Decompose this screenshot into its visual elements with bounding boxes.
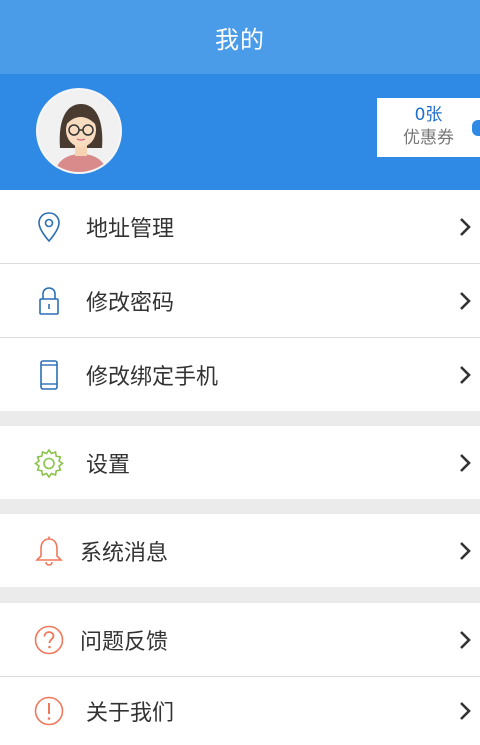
coupon-tab-decoration	[472, 120, 480, 136]
avatar-illustration-icon	[38, 90, 120, 172]
gear-icon	[32, 446, 66, 480]
lock-icon	[32, 284, 66, 318]
chevron-right-icon	[460, 630, 471, 649]
top-bar: 我的	[0, 0, 480, 74]
exclamation-circle-icon	[32, 694, 66, 728]
chevron-right-icon	[460, 365, 471, 384]
chevron-right-icon	[460, 291, 471, 310]
coupon-box[interactable]: 0张 优惠券	[377, 98, 480, 157]
profile-header: 0张 优惠券	[0, 74, 480, 190]
question-circle-icon	[32, 623, 66, 657]
username	[160, 108, 270, 142]
menu-item-label: 设置	[86, 452, 131, 478]
chevron-right-icon	[460, 702, 471, 720]
mobile-phone-icon	[32, 358, 66, 392]
menu-item-password[interactable]: 修改密码	[0, 264, 480, 337]
bell-icon	[32, 534, 66, 568]
location-pin-icon	[32, 210, 66, 244]
menu-item-settings[interactable]: 设置	[0, 426, 480, 499]
coupon-count: 0张	[414, 105, 443, 125]
menu-item-messages[interactable]: 系统消息	[0, 514, 480, 587]
chevron-right-icon	[460, 453, 471, 472]
chevron-right-icon	[460, 217, 471, 236]
menu-item-label: 地址管理	[86, 216, 175, 242]
menu-item-label: 修改密码	[86, 290, 175, 316]
menu-item-address[interactable]: 地址管理	[0, 190, 480, 263]
coupon-label: 优惠券	[403, 128, 454, 148]
page-title: 我的	[215, 25, 265, 54]
menu-item-label: 修改绑定手机	[86, 364, 219, 390]
menu-item-about[interactable]: 关于我们	[0, 677, 480, 745]
menu-item-label: 关于我们	[86, 701, 175, 726]
chevron-right-icon	[460, 541, 471, 560]
menu-item-label: 问题反馈	[80, 629, 169, 655]
menu-item-phone[interactable]: 修改绑定手机	[0, 338, 480, 411]
menu-item-feedback[interactable]: 问题反馈	[0, 603, 480, 676]
menu-item-label: 系统消息	[80, 540, 169, 566]
avatar[interactable]	[36, 88, 122, 174]
